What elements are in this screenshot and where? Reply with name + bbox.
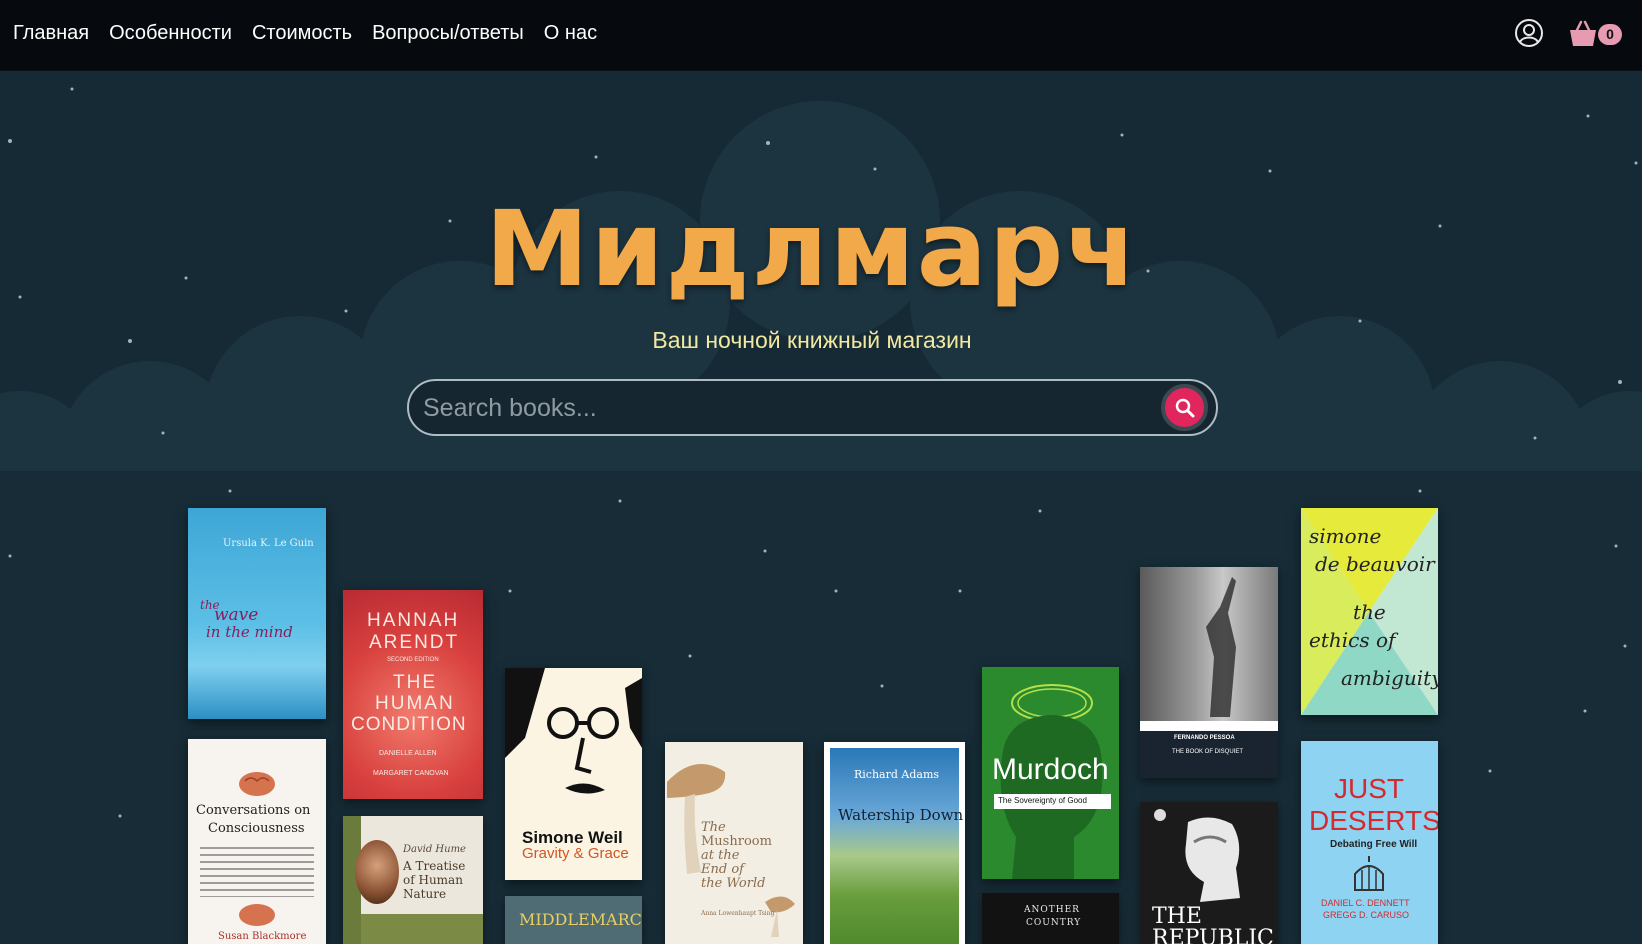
basket-icon bbox=[1570, 20, 1596, 46]
book-watership-down[interactable]: Richard Adams Watership Down bbox=[824, 742, 965, 944]
book-title-line: wave bbox=[214, 605, 259, 625]
search-input[interactable] bbox=[423, 389, 1123, 427]
book-author-line: HANNAH bbox=[367, 610, 460, 631]
book-title-line: End of bbox=[701, 862, 744, 877]
book-title: MIDDLEMARCH bbox=[519, 910, 642, 929]
book-title-line: in the mind bbox=[206, 623, 293, 641]
book-the-republic[interactable]: THE REPUBLIC bbox=[1140, 802, 1278, 944]
book-middlemarch[interactable]: MIDDLEMARCH bbox=[505, 896, 642, 944]
book-edition: SECOND EDITION bbox=[387, 657, 439, 663]
book-title-line: of Human bbox=[403, 873, 463, 887]
book-author: Susan Blackmore bbox=[218, 931, 307, 942]
book-just-deserts[interactable]: JUST DESERTS Debating Free Will DANIEL C… bbox=[1301, 741, 1438, 944]
book-subtitle: Debating Free Will bbox=[1330, 839, 1418, 850]
book-title-line: ethics of bbox=[1309, 628, 1396, 652]
nav-link-features[interactable]: Особенности bbox=[109, 22, 232, 45]
brand-title: Мидлмарч bbox=[485, 188, 1139, 310]
top-navbar: Главная Особенности Стоимость Вопросы/от… bbox=[0, 0, 1642, 71]
figure-silhouette bbox=[1206, 577, 1236, 717]
book-bottom-stripe bbox=[361, 914, 483, 944]
book-conversations-on-consciousness[interactable]: Conversations on Consciousness Susan Bla… bbox=[188, 739, 326, 944]
brand-tagline: Ваш ночной книжный магазин bbox=[652, 327, 972, 353]
book-title-line: A Treatise bbox=[403, 859, 466, 873]
book-title-line: at the bbox=[701, 848, 740, 863]
book-author: Ursula K. Le Guin bbox=[223, 538, 314, 549]
book-title-line: JUST bbox=[1334, 773, 1404, 804]
book-title-line: Nature bbox=[403, 887, 447, 901]
book-title-line: THE bbox=[393, 672, 437, 693]
portrait-image bbox=[355, 840, 399, 904]
book-title-line: The bbox=[701, 820, 726, 835]
book-title-line: the World bbox=[701, 876, 766, 891]
book-treatise-of-human-nature[interactable]: David Hume A Treatise of Human Nature bbox=[343, 816, 483, 944]
book-intro: MARGARET CANOVAN bbox=[373, 770, 449, 777]
book-foreword: DANIELLE ALLEN bbox=[379, 750, 437, 757]
book-author-line: DANIEL C. DENNETT bbox=[1321, 898, 1410, 908]
penguin-band bbox=[1140, 721, 1278, 731]
book-title-line: ANOTHER bbox=[1024, 905, 1080, 915]
book-author: Richard Adams bbox=[854, 768, 940, 781]
book-title: Watership Down bbox=[838, 806, 964, 824]
search-bar bbox=[407, 379, 1218, 436]
search-button[interactable] bbox=[1161, 384, 1208, 431]
nav-link-home[interactable]: Главная bbox=[13, 22, 89, 45]
book-title: The Sovereignty of Good bbox=[998, 796, 1087, 805]
book-author-line: de beauvoir bbox=[1315, 552, 1435, 576]
book-author-line: ARENDT bbox=[369, 632, 460, 653]
book-title-line: REPUBLIC bbox=[1152, 926, 1274, 944]
book-title: THE BOOK OF DISQUIET bbox=[1172, 749, 1244, 755]
book-title: Gravity & Grace bbox=[522, 845, 629, 862]
book-another-country[interactable]: ANOTHER COUNTRY bbox=[982, 893, 1119, 944]
book-title-line: Mushroom bbox=[701, 834, 772, 849]
portrait-illustration bbox=[505, 668, 642, 794]
book-wave-in-the-mind[interactable]: Ursula K. Le Guin the wave in the mind bbox=[188, 508, 326, 719]
book-author-line: GREGG D. CARUSO bbox=[1323, 910, 1410, 920]
nav-link-about[interactable]: О нас bbox=[544, 22, 597, 45]
book-gravity-and-grace[interactable]: Simone Weil Gravity & Grace bbox=[505, 668, 642, 880]
cart-button[interactable]: 0 bbox=[1568, 18, 1624, 50]
book-of-disquiet[interactable]: FERNANDO PESSOA THE BOOK OF DISQUIET bbox=[1140, 567, 1278, 778]
search-icon bbox=[1175, 398, 1195, 418]
book-ethics-of-ambiguity[interactable]: simone de beauvoir the ethics of ambigui… bbox=[1301, 508, 1438, 715]
book-the-human-condition[interactable]: HANNAH ARENDT SECOND EDITION THE HUMAN C… bbox=[343, 590, 483, 799]
book-title-line: COUNTRY bbox=[1026, 918, 1082, 928]
book-author-line: simone bbox=[1309, 524, 1382, 548]
book-text-block bbox=[200, 847, 314, 897]
user-account-button[interactable] bbox=[1514, 18, 1544, 48]
brain-image bbox=[239, 904, 275, 926]
book-author: David Hume bbox=[403, 844, 466, 855]
book-author: Murdoch bbox=[992, 753, 1109, 786]
nav-link-pricing[interactable]: Стоимость bbox=[252, 22, 352, 45]
brain-image bbox=[239, 772, 275, 796]
nav-links: Главная Особенности Стоимость Вопросы/от… bbox=[13, 22, 617, 45]
book-author: Anna Lowenhaupt Tsing bbox=[701, 910, 775, 917]
nav-link-faq[interactable]: Вопросы/ответы bbox=[372, 22, 524, 45]
book-title-line: CONDITION bbox=[351, 714, 467, 735]
book-title-line: DESERTS bbox=[1309, 805, 1438, 836]
book-title-line: Conversations on bbox=[196, 803, 311, 818]
book-title-line: the bbox=[1353, 600, 1386, 624]
book-mushroom-at-end-of-world[interactable]: The Mushroom at the End of the World Ann… bbox=[665, 742, 803, 944]
book-title-line: HUMAN bbox=[375, 693, 455, 714]
cart-count-badge: 0 bbox=[1598, 24, 1622, 45]
book-title-line: Consciousness bbox=[208, 821, 305, 836]
book-author: FERNANDO PESSOA bbox=[1174, 735, 1235, 741]
birdcage-illustration bbox=[1354, 856, 1384, 891]
user-circle-icon bbox=[1515, 19, 1543, 47]
book-sovereignty-of-good[interactable]: Murdoch The Sovereignty of Good bbox=[982, 667, 1119, 879]
book-title-line: ambiguity bbox=[1341, 666, 1438, 690]
